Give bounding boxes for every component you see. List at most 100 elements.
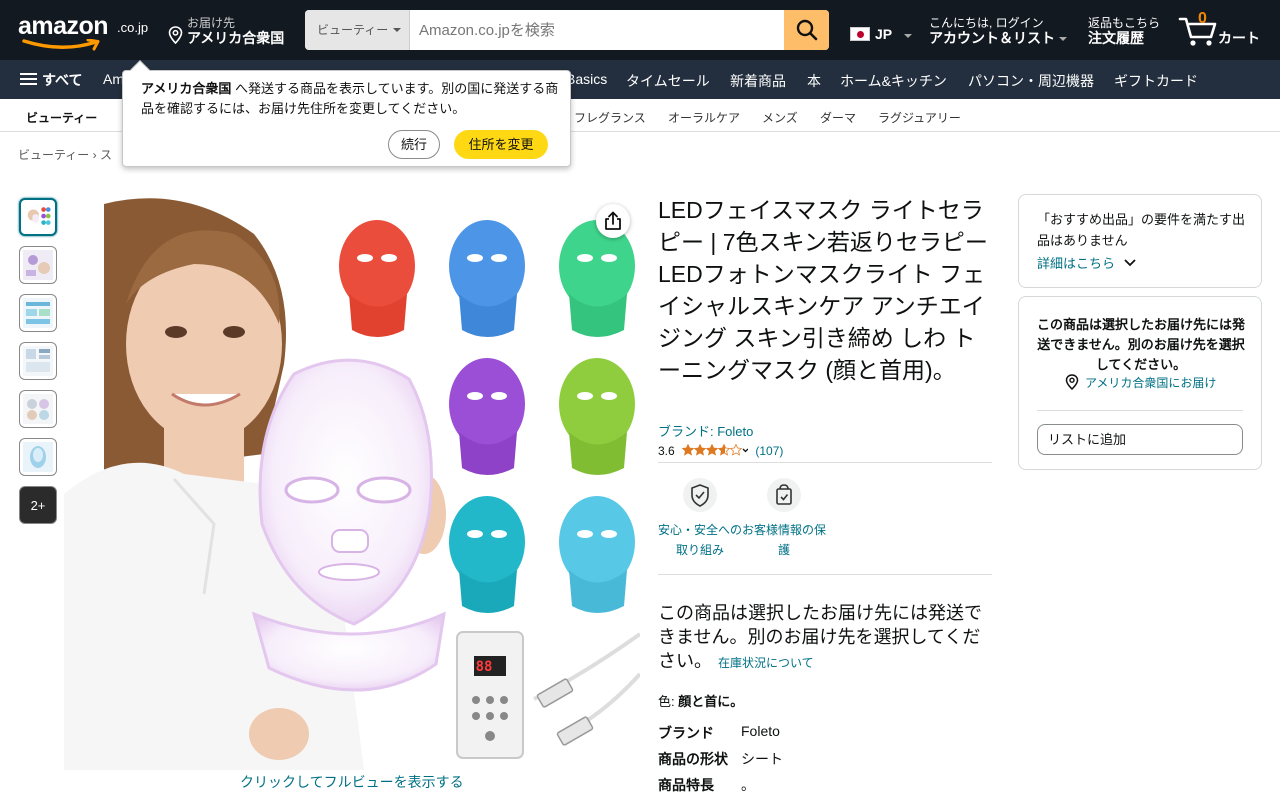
thumbnail-image — [23, 394, 53, 424]
orders-returns-label: 返品もこちら — [1088, 16, 1161, 30]
spec-key: 商品特長 — [658, 777, 714, 793]
divider — [1037, 410, 1243, 411]
mask-red-icon — [339, 220, 415, 337]
amazon-logo[interactable]: amazon .co.jp — [18, 12, 153, 52]
change-address-button[interactable]: 住所を変更 — [454, 130, 548, 159]
unavailable-notice: この商品は選択したお届け先には発送できません。別のお届け先を選択してください。在… — [658, 601, 992, 673]
spec-key: 商品の形状 — [658, 751, 728, 767]
thumbnail-image — [23, 250, 53, 280]
privacy-badge[interactable]: お客様情報の保護 — [742, 478, 826, 560]
color-label: 色: — [658, 694, 675, 709]
star-rating-icon[interactable] — [682, 444, 749, 456]
search-bar: ビューティー — [305, 10, 829, 50]
thumbnail-1[interactable] — [19, 198, 57, 236]
thumbnail-more[interactable]: 2+ — [19, 486, 57, 524]
no-featured-offer-text: 「おすすめ出品」の要件を満たす出品はありません — [1037, 212, 1246, 248]
chevron-down-icon — [393, 28, 401, 32]
share-button[interactable] — [596, 204, 630, 238]
location-pin-icon — [1065, 374, 1079, 390]
privacy-badge-label: お客様情報の保護 — [742, 523, 827, 557]
unavailable-text: この商品は選択したお届け先には発送できません。別のお届け先を選択してください。 — [658, 603, 982, 671]
details-link-label: 詳細はこちら — [1037, 256, 1116, 271]
featured-offer-box: 「おすすめ出品」の要件を満たす出品はありません 詳細はこちら — [1018, 194, 1262, 288]
nav-item-pc[interactable]: パソコン・周辺機器 — [968, 71, 1094, 91]
thumbnail-3[interactable] — [19, 294, 57, 332]
account-label: アカウント＆リスト — [929, 30, 1055, 46]
nav-item-new[interactable]: 新着商品 — [730, 71, 786, 91]
safety-badge[interactable]: 安心・安全への取り組み — [658, 478, 742, 560]
cart-label: カート — [1218, 30, 1260, 46]
brand-link[interactable]: ブランド: Foleto — [658, 421, 753, 440]
controller-display: 88 — [476, 659, 493, 675]
japan-flag-icon — [850, 27, 870, 41]
spec-value: Foleto — [741, 723, 780, 739]
thumbnail-4[interactable] — [19, 342, 57, 380]
top-nav: amazon .co.jp お届け先 アメリカ合衆国 ビューティー JP — [0, 0, 1280, 60]
led-mask-product-image — [64, 198, 640, 770]
popover-message: アメリカ合衆国 へ発送する商品を表示しています。別の国に発送する商品を確認するに… — [141, 79, 561, 119]
search-category-select[interactable]: ビューティー — [305, 10, 410, 50]
nav-item-home-kitchen[interactable]: ホーム&キッチン — [840, 71, 947, 91]
account-menu[interactable]: こんにちは, ログイン アカウント＆リスト — [929, 16, 1067, 46]
details-link[interactable]: 詳細はこちら — [1037, 253, 1137, 272]
orders-link[interactable]: 返品もこちら 注文履歴 — [1088, 16, 1160, 46]
spec-value: 。 — [741, 777, 755, 793]
stock-status-link[interactable]: 在庫状況について — [718, 656, 814, 670]
subnav-item-luxury[interactable]: ラグジュアリー — [878, 109, 961, 126]
hamburger-icon — [20, 73, 37, 86]
secure-bag-icon — [767, 478, 801, 512]
main-product-image[interactable]: 88 — [64, 194, 640, 770]
language-code: JP — [875, 26, 893, 42]
subnav-item-mens[interactable]: メンズ — [762, 109, 798, 126]
subnav-item-derma[interactable]: ダーマ — [820, 109, 856, 126]
nav-item-timesale[interactable]: タイムセール — [626, 71, 710, 91]
controller-display-value: 88 — [476, 659, 493, 675]
search-input[interactable] — [411, 10, 785, 50]
all-menu-label: すべて — [42, 72, 83, 88]
thumbnail-image — [23, 298, 53, 328]
spec-key: ブランド — [658, 725, 714, 741]
full-view-link[interactable]: クリックしてフルビューを表示する — [240, 772, 464, 792]
product-title: LEDフェイスマスク ライトセラピー | 7色スキン若返りセラピー LEDフォト… — [658, 197, 988, 383]
rating-value: 3.6 — [658, 444, 675, 458]
rating-summary: 3.6 (107) — [658, 444, 783, 458]
ship-to-link[interactable]: アメリカ合衆国にお届け — [1085, 374, 1216, 391]
all-menu-button[interactable]: すべて — [20, 70, 82, 90]
search-button[interactable] — [784, 10, 829, 50]
nav-item-books[interactable]: 本 — [807, 71, 821, 91]
breadcrumb[interactable]: ビューティー › ス — [18, 146, 112, 163]
logo-tld: .co.jp — [117, 20, 149, 35]
subnav-item-fragrance[interactable]: フレグランス — [574, 109, 646, 126]
ship-box: この商品は選択したお届け先には発送できません。別のお届け先を選択してください。 … — [1018, 296, 1262, 470]
thumbnail-image — [23, 442, 53, 472]
nav-item-giftcard[interactable]: ギフトカード — [1114, 71, 1198, 91]
orders-label: 注文履歴 — [1088, 30, 1144, 46]
deliver-location: アメリカ合衆国 — [187, 30, 285, 46]
spec-value: シート — [741, 751, 783, 767]
cart-button[interactable]: 0 カート — [1178, 10, 1268, 50]
address-popover: アメリカ合衆国 へ発送する商品を表示しています。別の国に発送する商品を確認するに… — [122, 60, 571, 167]
subnav-item-oralcare[interactable]: オーラルケア — [668, 109, 740, 126]
subnav-item-beauty[interactable]: ビューティー — [26, 109, 97, 126]
cart-count: 0 — [1198, 10, 1207, 27]
logo-text: amazon — [18, 12, 109, 40]
popover-country: アメリカ合衆国 — [141, 81, 232, 96]
color-value: 顔と首に。 — [678, 694, 744, 709]
nav-item-amazon[interactable]: Am — [103, 71, 124, 87]
thumbnail-2[interactable] — [19, 246, 57, 284]
cannot-ship-text: この商品は選択したお届け先には発送できません。別のお届け先を選択してください。 — [1036, 317, 1245, 372]
nav-item-basics[interactable]: Basics — [566, 71, 607, 87]
divider — [658, 462, 992, 463]
search-category-label: ビューティー — [317, 23, 389, 37]
add-to-list-button[interactable]: リストに追加 — [1037, 424, 1243, 455]
search-icon — [796, 19, 817, 41]
thumbnail-6[interactable] — [19, 438, 57, 476]
rating-count-link[interactable]: (107) — [755, 444, 783, 458]
location-pin-icon — [168, 26, 183, 44]
thumbnail-5[interactable] — [19, 390, 57, 428]
safety-badge-label: 安心・安全への取り組み — [658, 523, 743, 557]
thumbnail-image — [23, 346, 53, 376]
continue-button[interactable]: 続行 — [388, 130, 440, 159]
smile-arrow-icon — [22, 39, 100, 51]
chevron-down-icon — [1124, 259, 1136, 267]
